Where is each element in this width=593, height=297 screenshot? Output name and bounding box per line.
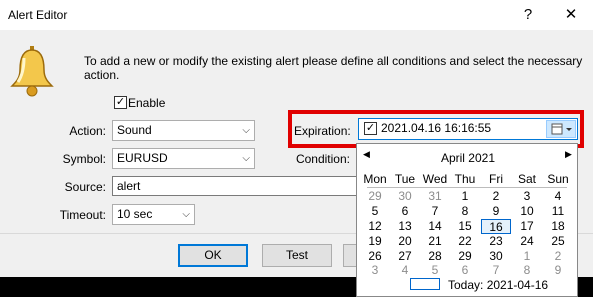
calendar-day[interactable]: 31 [420, 189, 450, 204]
calendar-day[interactable]: 29 [360, 189, 390, 204]
symbol-label: Symbol: [62, 152, 106, 166]
weekday-header: Mon [363, 172, 387, 186]
symbol-value: EURUSD [117, 151, 168, 165]
calendar-day[interactable]: 10 [512, 204, 542, 219]
weekday-header: Sat [517, 172, 536, 186]
calendar-day[interactable]: 7 [481, 263, 511, 278]
calendar-divider [367, 187, 567, 188]
calendar-day[interactable]: 1 [450, 189, 480, 204]
calendar-day[interactable]: 16 [481, 219, 511, 234]
weekday-header: Thu [454, 172, 476, 186]
calendar-day[interactable]: 19 [360, 234, 390, 249]
title-bar: Alert Editor ? ✕ [0, 0, 593, 30]
calendar-day[interactable]: 15 [450, 219, 480, 234]
today-link[interactable]: Today: 2021-04-16 [448, 278, 548, 292]
calendar-month-title[interactable]: April 2021 [357, 151, 579, 165]
calendar-day[interactable]: 7 [420, 204, 450, 219]
help-button[interactable]: ? [513, 3, 543, 27]
chevron-down-icon: ⌵ [242, 153, 250, 164]
calendar-day[interactable]: 6 [390, 204, 420, 219]
intro-text: To add a new or modify the existing aler… [84, 54, 583, 82]
bell-icon [10, 46, 54, 97]
calendar-day[interactable]: 24 [512, 234, 542, 249]
calendar-day[interactable]: 30 [390, 189, 420, 204]
calendar-day[interactable]: 29 [450, 249, 480, 264]
calendar-day[interactable]: 4 [390, 263, 420, 278]
source-label: Source: [64, 180, 106, 194]
close-button[interactable]: ✕ [556, 3, 586, 27]
action-select[interactable]: Sound ⌵ [112, 120, 255, 141]
calendar-day[interactable]: 6 [450, 263, 480, 278]
window-title: Alert Editor [8, 8, 68, 22]
calendar-day[interactable]: 9 [481, 204, 511, 219]
weekday-header: Sun [547, 172, 569, 186]
timeout-label: Timeout: [59, 208, 106, 222]
calendar-day[interactable]: 12 [360, 219, 390, 234]
calendar-day[interactable]: 9 [543, 263, 573, 278]
calendar-day[interactable]: 17 [512, 219, 542, 234]
calendar-day[interactable]: 26 [360, 249, 390, 264]
enable-checkbox[interactable]: ✓ [114, 96, 127, 109]
calendar-day[interactable]: 14 [420, 219, 450, 234]
calendar-day[interactable]: 5 [360, 204, 390, 219]
weekday-header: Wed [422, 172, 448, 186]
weekday-header: Fri [489, 172, 503, 186]
calendar-day[interactable]: 25 [543, 234, 573, 249]
timeout-select[interactable]: 10 sec ⌵ [112, 204, 195, 225]
calendar-day[interactable]: 23 [481, 234, 511, 249]
action-label: Action: [69, 124, 106, 138]
calendar-day[interactable]: 21 [420, 234, 450, 249]
calendar-day[interactable]: 1 [512, 249, 542, 264]
calendar-day[interactable]: 5 [420, 263, 450, 278]
calendar-day[interactable]: 22 [450, 234, 480, 249]
chevron-down-icon: ⌵ [242, 125, 250, 136]
calendar-day[interactable]: 28 [420, 249, 450, 264]
calendar-day[interactable]: 27 [390, 249, 420, 264]
calendar-day[interactable]: 2 [481, 189, 511, 204]
calendar-day[interactable]: 3 [512, 189, 542, 204]
ok-button[interactable]: OK [178, 244, 248, 267]
timeout-value: 10 sec [117, 207, 153, 221]
weekday-header: Tue [394, 172, 416, 186]
today-marker [410, 278, 440, 290]
symbol-select[interactable]: EURUSD ⌵ [112, 148, 255, 169]
calendar-day[interactable]: 11 [543, 204, 573, 219]
calendar-day[interactable]: 30 [481, 249, 511, 264]
chevron-down-icon: ⌵ [182, 209, 190, 220]
calendar-day[interactable]: 8 [450, 204, 480, 219]
calendar-day[interactable]: 8 [512, 263, 542, 278]
calendar-day[interactable]: 13 [390, 219, 420, 234]
calendar-day[interactable]: 20 [390, 234, 420, 249]
calendar-day[interactable]: 3 [360, 263, 390, 278]
test-button[interactable]: Test [262, 244, 332, 267]
source-input[interactable]: alert [112, 176, 360, 196]
calendar-day[interactable]: 4 [543, 189, 573, 204]
calendar-day[interactable]: 2 [543, 249, 573, 264]
calendar-popup: ◀ ▶ April 2021 Mon Tue Wed Thu Fri Sat S… [356, 143, 578, 297]
action-value: Sound [117, 123, 152, 137]
enable-label: Enable [128, 96, 166, 110]
calendar-day[interactable]: 18 [543, 219, 573, 234]
condition-label: Condition: [295, 152, 350, 166]
